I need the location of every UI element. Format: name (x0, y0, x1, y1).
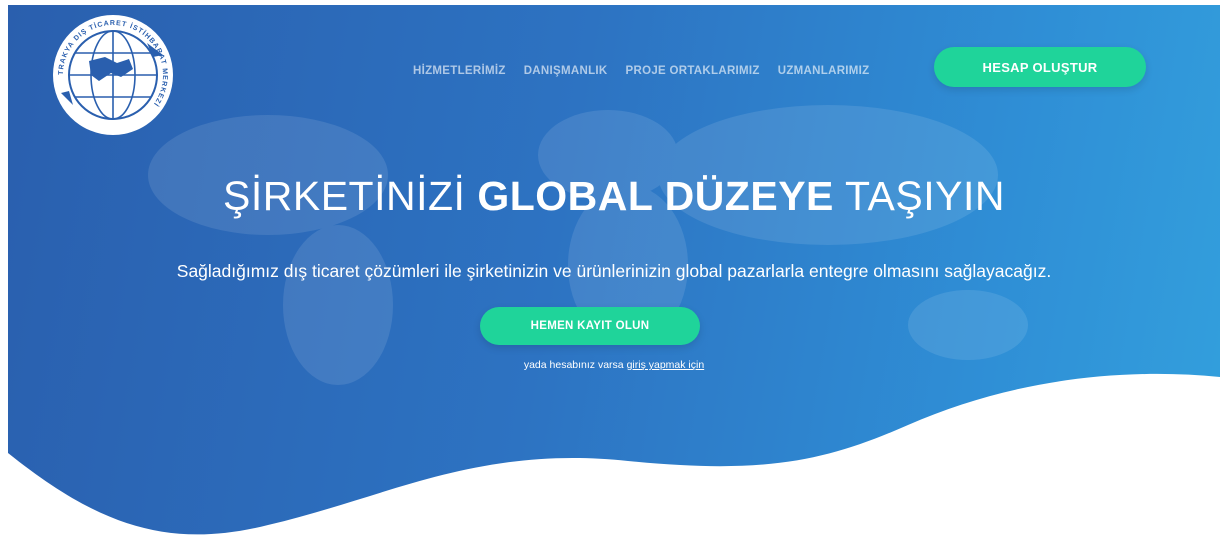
hero-section: TRAKYA DIŞ TİCARET İSTİHBARAT MERKEZİ Hİ… (8, 5, 1220, 549)
hero-subtitle: Sağladığımız dış ticaret çözümleri ile ş… (176, 261, 1052, 281)
headline-part-2: GLOBAL DÜZEYE (477, 173, 834, 219)
globe-logo-icon[interactable]: TRAKYA DIŞ TİCARET İSTİHBARAT MERKEZİ (51, 13, 175, 137)
login-prefix: yada hesabınız varsa (523, 359, 624, 371)
login-prompt: yada hesabınız varsa giriş yapmak için (8, 359, 1220, 371)
main-nav: HİZMETLERİMİZ DANIŞMANLIK PROJE ORTAKLAR… (413, 65, 870, 77)
headline-part-3: TAŞIYIN (845, 173, 1005, 219)
nav-item-uzmanlarimiz[interactable]: UZMANLARIMIZ (778, 65, 870, 77)
headline-part-1: ŞİRKETİNİZİ (223, 173, 466, 219)
hero-headline: ŞİRKETİNİZİ GLOBAL DÜZEYE TAŞIYIN (8, 173, 1220, 220)
register-button[interactable]: HEMEN KAYIT OLUN (480, 307, 700, 345)
login-link[interactable]: giriş yapmak için (627, 359, 705, 371)
nav-item-proje-ortaklarimiz[interactable]: PROJE ORTAKLARIMIZ (626, 65, 760, 77)
nav-item-danismanlik[interactable]: DANIŞMANLIK (524, 65, 608, 77)
nav-item-hizmetlerimiz[interactable]: HİZMETLERİMİZ (413, 65, 506, 77)
create-account-button[interactable]: HESAP OLUŞTUR (934, 47, 1146, 87)
